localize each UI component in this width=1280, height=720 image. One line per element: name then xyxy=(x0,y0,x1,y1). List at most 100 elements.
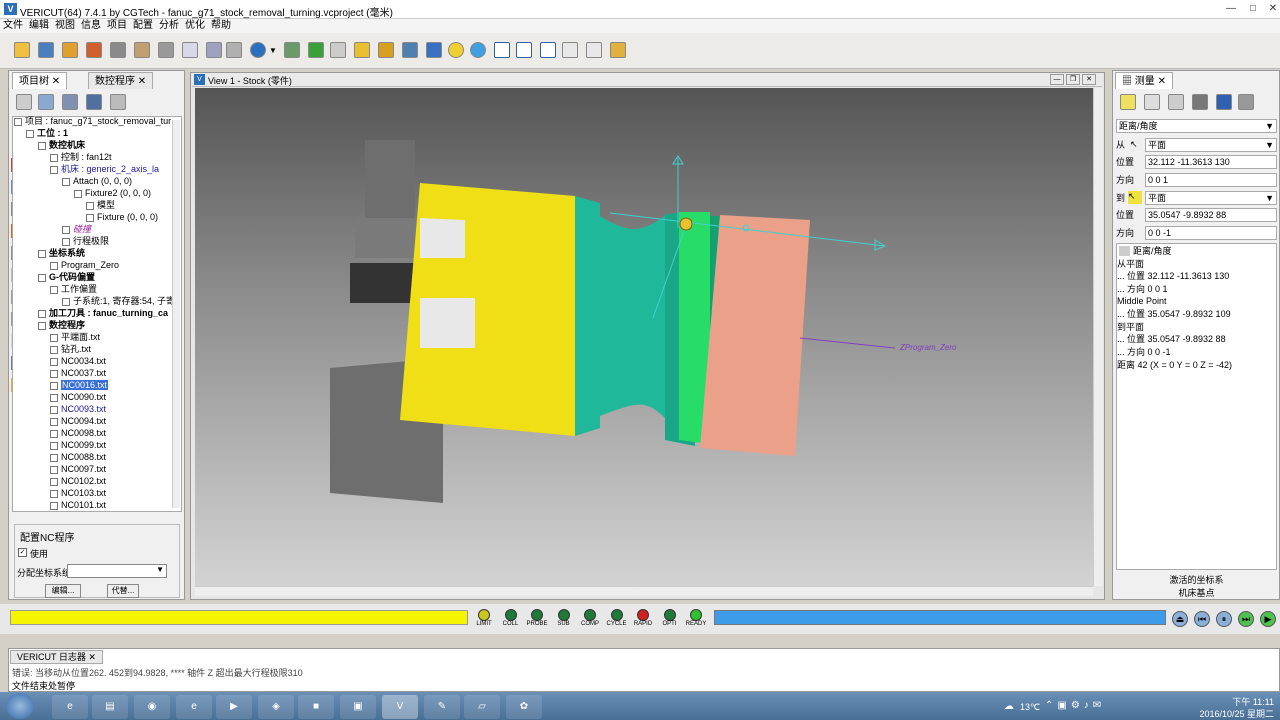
setup-icon[interactable] xyxy=(206,42,222,58)
part-icon[interactable] xyxy=(1192,94,1208,110)
from-dir-field[interactable]: 0 0 1 xyxy=(1145,173,1277,187)
notes-icon[interactable]: ▱ xyxy=(464,695,500,719)
step-forward-icon[interactable]: ⏭ xyxy=(1238,611,1254,627)
use-checkbox[interactable]: ✓ xyxy=(18,548,27,557)
tree-item[interactable]: 模型 xyxy=(86,199,115,211)
nc-program-item[interactable]: NC0103.txt xyxy=(50,487,106,499)
menu-analysis[interactable]: 分析 xyxy=(156,19,182,33)
menu-edit[interactable]: 编辑 xyxy=(26,19,52,33)
nc-program-icon[interactable] xyxy=(182,42,198,58)
tree-item[interactable]: 碰撞 xyxy=(62,223,91,235)
info-icon[interactable] xyxy=(250,42,266,58)
nc-program-item[interactable]: NC0090.txt xyxy=(50,391,106,403)
explorer-icon[interactable]: ▤ xyxy=(92,695,128,719)
machine-icon[interactable] xyxy=(110,42,126,58)
nc-program-item[interactable]: NC0097.txt xyxy=(50,463,106,475)
media-icon[interactable]: ▶ xyxy=(216,695,252,719)
menu-optimize[interactable]: 优化 xyxy=(182,19,208,33)
tab-project-tree[interactable]: 项目树 ✕ xyxy=(12,72,68,89)
zoom-icon[interactable] xyxy=(426,42,442,58)
axis-icon[interactable] xyxy=(284,42,300,58)
nc-program-item[interactable]: NC0099.txt xyxy=(50,439,106,451)
tab-measure[interactable]: ▦ 测量 ✕ xyxy=(1115,72,1173,89)
rotate-icon[interactable] xyxy=(470,42,486,58)
maximize-button[interactable]: □ xyxy=(1242,3,1264,16)
view-hscrollbar[interactable] xyxy=(195,586,1093,596)
tree-item[interactable]: Fixture2 (0, 0, 0) xyxy=(74,187,151,199)
coord-select[interactable]: ▼ xyxy=(67,564,167,578)
view-vscrollbar[interactable] xyxy=(1093,88,1103,586)
axis-tool-icon[interactable] xyxy=(1168,94,1184,110)
tree-item[interactable]: 数控程序 xyxy=(38,319,85,331)
undo-icon[interactable] xyxy=(86,94,102,110)
browser-icon[interactable]: ◉ xyxy=(134,695,170,719)
tree-item[interactable]: 工作偏置 xyxy=(50,283,97,295)
replace-button[interactable]: 代替... xyxy=(107,584,139,598)
pick-active-icon[interactable]: ↖ xyxy=(1128,191,1142,204)
menu-config[interactable]: 配置 xyxy=(130,19,156,33)
vericut-task-icon[interactable]: V xyxy=(382,695,418,719)
tree-item[interactable]: 工位 : 1 xyxy=(26,127,68,139)
close-icon[interactable]: ✕ xyxy=(1158,76,1166,87)
measure-mode-select[interactable]: 距离/角度 ▼ xyxy=(1116,119,1277,133)
layout-single-icon[interactable] xyxy=(494,42,510,58)
tray-icons[interactable]: ⌃▣⚙♪✉ xyxy=(1045,700,1105,711)
nc-program-item[interactable]: NC0037.txt xyxy=(50,367,106,379)
caliper-icon[interactable] xyxy=(1120,94,1136,110)
animation-speed-bar[interactable] xyxy=(714,610,1166,625)
nc-program-item[interactable]: NC0093.txt xyxy=(50,403,106,415)
tree-item[interactable]: 加工刀具 : fanuc_turning_ca xyxy=(38,307,168,319)
to-dir-field[interactable]: 0 0 -1 xyxy=(1145,226,1277,240)
close-icon[interactable]: ✕ xyxy=(52,76,60,87)
app-icon[interactable]: ■ xyxy=(298,695,334,719)
tree-item[interactable]: 行程极限 xyxy=(62,235,109,247)
edit-button[interactable]: 编辑... xyxy=(45,584,81,598)
tree-item[interactable]: 子系统:1, 寄存器:54, 子寄 xyxy=(62,295,175,307)
search-icon[interactable] xyxy=(226,42,242,58)
tree-item[interactable]: Attach (0, 0, 0) xyxy=(62,175,132,187)
from-type-select[interactable]: 平面 ▼ xyxy=(1145,138,1277,152)
nc-program-item[interactable]: NC0016.txt xyxy=(50,379,109,391)
progress-bar[interactable] xyxy=(10,610,468,625)
ie2-icon[interactable]: e xyxy=(176,695,212,719)
play-icon[interactable]: ▶ xyxy=(1260,611,1276,627)
nc-program-item[interactable]: NC0101.txt xyxy=(50,499,106,511)
report-icon[interactable] xyxy=(586,42,602,58)
paint-icon[interactable]: ✿ xyxy=(506,695,542,719)
view-restore-button[interactable]: ❐ xyxy=(1066,74,1080,85)
nc-program-item[interactable]: 平端面.txt xyxy=(50,331,100,343)
3d-viewport[interactable]: ZProgram_Zero xyxy=(195,88,1093,586)
print-icon[interactable] xyxy=(1238,94,1254,110)
layout-split-v-icon[interactable] xyxy=(516,42,532,58)
menu-file[interactable]: 文件 xyxy=(0,19,26,33)
optipath-icon[interactable] xyxy=(308,42,324,58)
rewind-icon[interactable]: ⏏ xyxy=(1172,611,1188,627)
to-pos-field[interactable]: 35.0547 -9.8932 88 xyxy=(1145,208,1277,222)
nc-program-item[interactable]: NC0034.txt xyxy=(50,355,106,367)
save-as-icon[interactable] xyxy=(62,42,78,58)
nc-program-item[interactable]: NC0088.txt xyxy=(50,451,106,463)
tree-item[interactable]: G-代码偏置 xyxy=(38,271,95,283)
tree-item[interactable]: 控制 : fan12t xyxy=(50,151,112,163)
wrench-icon[interactable] xyxy=(16,94,32,110)
close-icon[interactable]: ✕ xyxy=(138,76,146,87)
tree-view-icon[interactable] xyxy=(38,94,54,110)
tree-item[interactable]: 坐标系统 xyxy=(38,247,85,259)
nc-program-item[interactable]: NC0094.txt xyxy=(50,415,106,427)
tree-item[interactable]: 数控机床 xyxy=(38,139,85,151)
tab-nc-programs[interactable]: 数控程序 ✕ xyxy=(88,72,154,89)
start-icon[interactable] xyxy=(6,693,34,719)
menu-view[interactable]: 视图 xyxy=(52,19,78,33)
editor-icon[interactable]: ✎ xyxy=(424,695,460,719)
tool-icon[interactable] xyxy=(158,42,174,58)
redo-icon[interactable] xyxy=(110,94,126,110)
ie-icon[interactable]: e xyxy=(52,695,88,719)
sphere-icon[interactable] xyxy=(448,42,464,58)
close-button[interactable]: ✕ xyxy=(1262,3,1280,16)
add-icon[interactable] xyxy=(62,94,78,110)
tree-scrollbar[interactable] xyxy=(172,120,180,508)
close-icon[interactable]: ✕ xyxy=(88,652,96,662)
view-minimize-button[interactable]: — xyxy=(1050,74,1064,85)
scale-icon[interactable] xyxy=(1144,94,1160,110)
view-close-button[interactable]: ✕ xyxy=(1082,74,1096,85)
